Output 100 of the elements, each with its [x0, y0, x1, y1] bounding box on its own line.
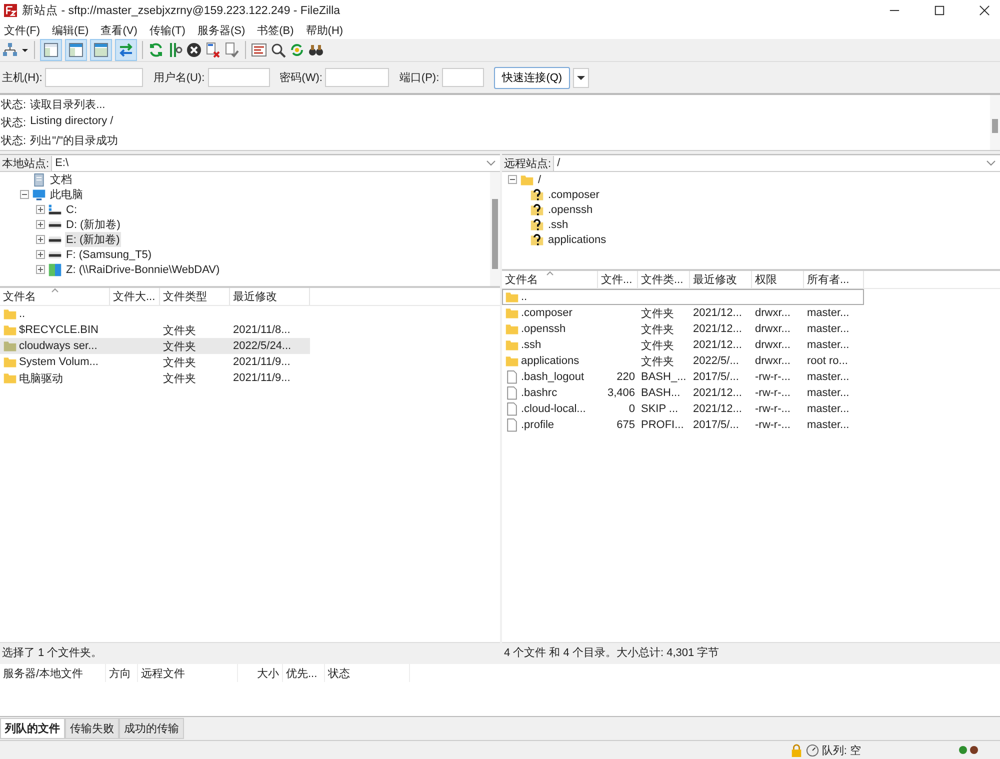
- tab[interactable]: 列队的文件: [0, 718, 65, 739]
- network-icon[interactable]: [2, 42, 18, 58]
- menu-item[interactable]: 文件(F): [4, 22, 40, 38]
- input-field[interactable]: [325, 68, 390, 87]
- expander-icon[interactable]: [36, 220, 45, 229]
- column-header[interactable]: 文件类...: [638, 271, 690, 288]
- cell-text: 2022/5/...: [693, 355, 739, 367]
- cell-text: 0: [628, 403, 635, 415]
- tree-item[interactable]: E: (新加卷): [65, 232, 121, 247]
- disconnect-icon[interactable]: [205, 42, 221, 58]
- file-row[interactable]: 电脑驱动 文件夹 2021/11/9...: [0, 370, 310, 386]
- log-message: Listing directory /: [30, 114, 114, 129]
- file-row[interactable]: .ssh 文件夹 2021/12... drwxr... master...: [502, 337, 864, 353]
- reconnect-icon[interactable]: [224, 42, 240, 58]
- tree-item[interactable]: applications: [547, 234, 608, 246]
- menu-item[interactable]: 服务器(S): [197, 22, 246, 38]
- expander-icon[interactable]: [36, 235, 45, 244]
- column-header[interactable]: 文件...: [598, 271, 638, 288]
- path-field[interactable]: E:\: [51, 156, 500, 170]
- search-icon[interactable]: [270, 42, 286, 58]
- file-row[interactable]: System Volum... 文件夹 2021/11/9...: [0, 354, 310, 370]
- expander-icon[interactable]: [36, 250, 45, 259]
- list-icon[interactable]: [251, 42, 267, 58]
- input-field[interactable]: [208, 68, 270, 87]
- file-row[interactable]: cloudways ser... 文件夹 2022/5/24...: [0, 338, 310, 354]
- file-row[interactable]: ..: [502, 289, 864, 305]
- toggle-button[interactable]: [40, 39, 62, 61]
- column-header[interactable]: 权限: [752, 271, 804, 288]
- quickconnect-button[interactable]: 快速连接(Q): [494, 66, 570, 88]
- cell-text: $RECYCLE.BIN: [19, 324, 98, 336]
- tree-item[interactable]: .ssh: [547, 218, 570, 230]
- dropdown-button[interactable]: [573, 68, 590, 88]
- scrollbar[interactable]: [990, 95, 1000, 150]
- tree-item[interactable]: Z: (\\RaiDrive-Bonnie\WebDAV): [65, 264, 221, 276]
- column-header[interactable]: 文件名: [0, 288, 110, 305]
- file-row[interactable]: applications 文件夹 2022/5/... drwxr... root ro...: [502, 353, 864, 369]
- tree-item[interactable]: 文档: [49, 172, 73, 187]
- menu-item[interactable]: 查看(V): [100, 22, 138, 38]
- chevron-icon[interactable]: [486, 160, 496, 166]
- cell-text: drwxr...: [755, 355, 790, 367]
- tree-item[interactable]: F: (Samsung_T5): [65, 248, 153, 260]
- cancel-icon[interactable]: [186, 42, 202, 58]
- tree-item[interactable]: /: [537, 174, 542, 186]
- column-header[interactable]: 状态: [325, 664, 410, 682]
- column-header[interactable]: 服务器/本地文件: [0, 664, 106, 682]
- cell-text: 文件夹: [641, 306, 674, 320]
- menu-item[interactable]: 帮助(H): [306, 22, 344, 38]
- file-row[interactable]: .bash_logout 220 BASH_... 2017/5/... -rw-r-... master...: [502, 369, 864, 385]
- file-row[interactable]: .profile 675 PROFI... 2017/5/... -rw-r-... master...: [502, 417, 864, 433]
- expander-icon[interactable]: [36, 205, 45, 214]
- cell-text: applications: [521, 355, 580, 367]
- file-row[interactable]: $RECYCLE.BIN 文件夹 2021/11/8...: [0, 322, 310, 338]
- filter-icon[interactable]: [167, 42, 183, 58]
- menu-item[interactable]: 编辑(E): [52, 22, 89, 38]
- cell-text: cloudways ser...: [19, 340, 98, 352]
- file-row[interactable]: .openssh 文件夹 2021/12... drwxr... master...: [502, 321, 864, 337]
- expander-icon[interactable]: [20, 190, 29, 199]
- tree-item[interactable]: 此电脑: [49, 187, 84, 202]
- tab[interactable]: 传输失败: [65, 718, 119, 739]
- column-header[interactable]: 所有者...: [804, 271, 864, 288]
- path-field[interactable]: /: [553, 156, 1000, 170]
- tree-item[interactable]: .composer: [547, 188, 600, 200]
- file-icon: [505, 418, 519, 432]
- toggle-button[interactable]: [90, 39, 112, 61]
- column-header[interactable]: 大小: [238, 664, 283, 682]
- expander-icon[interactable]: [508, 175, 517, 184]
- file-row[interactable]: .cloud-local... 0 SKIP ... 2021/12... -rw-r-... master...: [502, 401, 864, 417]
- column-header[interactable]: 文件大...: [110, 288, 160, 305]
- tree-item[interactable]: D: (新加卷): [65, 217, 122, 232]
- expander-icon[interactable]: [36, 265, 45, 274]
- column-header[interactable]: 最近修改: [230, 288, 310, 305]
- toggle-button[interactable]: [115, 39, 137, 61]
- tree-item[interactable]: C:: [65, 204, 78, 216]
- close-icon[interactable]: [979, 5, 990, 16]
- maximize-icon[interactable]: [934, 5, 945, 16]
- caret-icon[interactable]: [21, 46, 29, 54]
- scrollbar[interactable]: [490, 172, 500, 286]
- column-header[interactable]: 最近修改: [690, 271, 752, 288]
- tree-item[interactable]: .openssh: [547, 204, 594, 216]
- menu-item[interactable]: 传输(T): [149, 22, 186, 38]
- question-folder-icon: [530, 188, 544, 202]
- menu-item[interactable]: 书签(B): [257, 22, 294, 38]
- file-row[interactable]: .composer 文件夹 2021/12... drwxr... master...: [502, 305, 864, 321]
- input-field[interactable]: [45, 68, 144, 87]
- tab[interactable]: 成功的传输: [119, 718, 184, 739]
- field-label: 用户名(U):: [153, 70, 205, 85]
- cell-text: master...: [807, 323, 850, 335]
- toggle-button[interactable]: [65, 39, 87, 61]
- column-header[interactable]: 远程文件: [138, 664, 238, 682]
- cell-text: 文件夹: [163, 356, 196, 370]
- file-row[interactable]: ..: [0, 306, 310, 322]
- file-row[interactable]: .bashrc 3,406 BASH... 2021/12... -rw-r-... master...: [502, 385, 864, 401]
- input-field[interactable]: [442, 68, 484, 87]
- column-header[interactable]: 文件名: [502, 271, 598, 288]
- chevron-icon[interactable]: [986, 160, 996, 166]
- column-header[interactable]: 优先...: [283, 664, 325, 682]
- column-header[interactable]: 方向: [106, 664, 138, 682]
- column-header[interactable]: 文件类型: [160, 288, 230, 305]
- binoculars-icon[interactable]: [308, 42, 324, 58]
- refresh-icon[interactable]: [148, 42, 164, 58]
